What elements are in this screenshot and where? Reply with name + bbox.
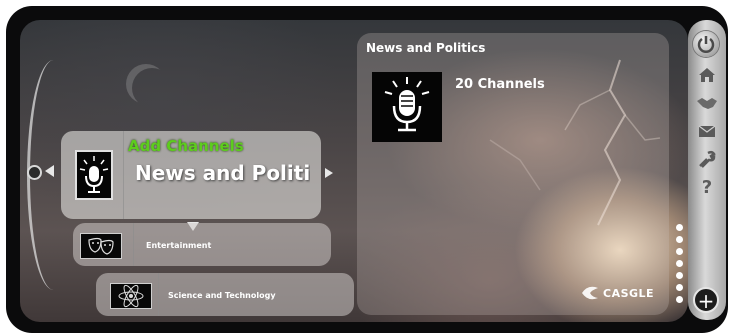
page-dot[interactable] (676, 296, 683, 303)
channel-item-label: Science and Technology (168, 291, 276, 300)
channel-item-science-technology[interactable]: Science and Technology (96, 273, 354, 316)
theater-masks-icon (88, 237, 114, 255)
page-dot[interactable] (676, 260, 683, 267)
page-indicator (676, 224, 684, 308)
power-icon (697, 36, 715, 53)
card-divider (133, 223, 134, 266)
page-dot[interactable] (676, 284, 683, 291)
wrench-icon (699, 150, 716, 168)
add-button[interactable]: + (693, 287, 719, 313)
microphone-icon (79, 156, 109, 193)
channel-count: 20 Channels (455, 77, 545, 92)
home-button[interactable] (695, 64, 719, 86)
brand-logo-text: CASGLE (603, 287, 655, 300)
plus-icon: + (697, 289, 715, 313)
help-icon: ? (701, 176, 713, 198)
side-toolbar: ? (688, 20, 726, 320)
page-dot[interactable] (676, 272, 683, 279)
selected-category-title: News and Politics (135, 161, 310, 185)
page-dot[interactable] (676, 224, 683, 231)
carousel-position-dot[interactable] (27, 165, 42, 180)
page-dot[interactable] (676, 236, 683, 243)
next-arrow-icon[interactable] (325, 168, 333, 178)
previous-arrow-icon[interactable] (45, 165, 54, 177)
card-divider (123, 131, 124, 219)
card-divider (158, 273, 159, 316)
channel-item-label: Entertainment (146, 241, 212, 250)
add-channels-link[interactable]: Add Channels (128, 137, 244, 155)
atom-thumbnail (110, 283, 152, 309)
share-button[interactable] (695, 92, 719, 114)
theater-masks-thumbnail (80, 233, 122, 259)
home-icon (699, 68, 715, 82)
detail-microphone-thumbnail[interactable] (372, 72, 442, 142)
help-button[interactable]: ? (695, 176, 719, 198)
microphone-thumbnail (75, 150, 113, 200)
microphone-icon (384, 77, 430, 132)
mail-icon (698, 125, 716, 137)
settings-button[interactable] (695, 148, 719, 170)
power-button[interactable] (693, 31, 719, 57)
detail-title: News and Politics (366, 41, 486, 55)
page-dot[interactable] (676, 248, 683, 255)
messages-button[interactable] (695, 120, 719, 142)
handshake-icon (697, 98, 717, 109)
atom-icon (118, 284, 144, 308)
channel-item-entertainment[interactable]: Entertainment (73, 223, 331, 266)
